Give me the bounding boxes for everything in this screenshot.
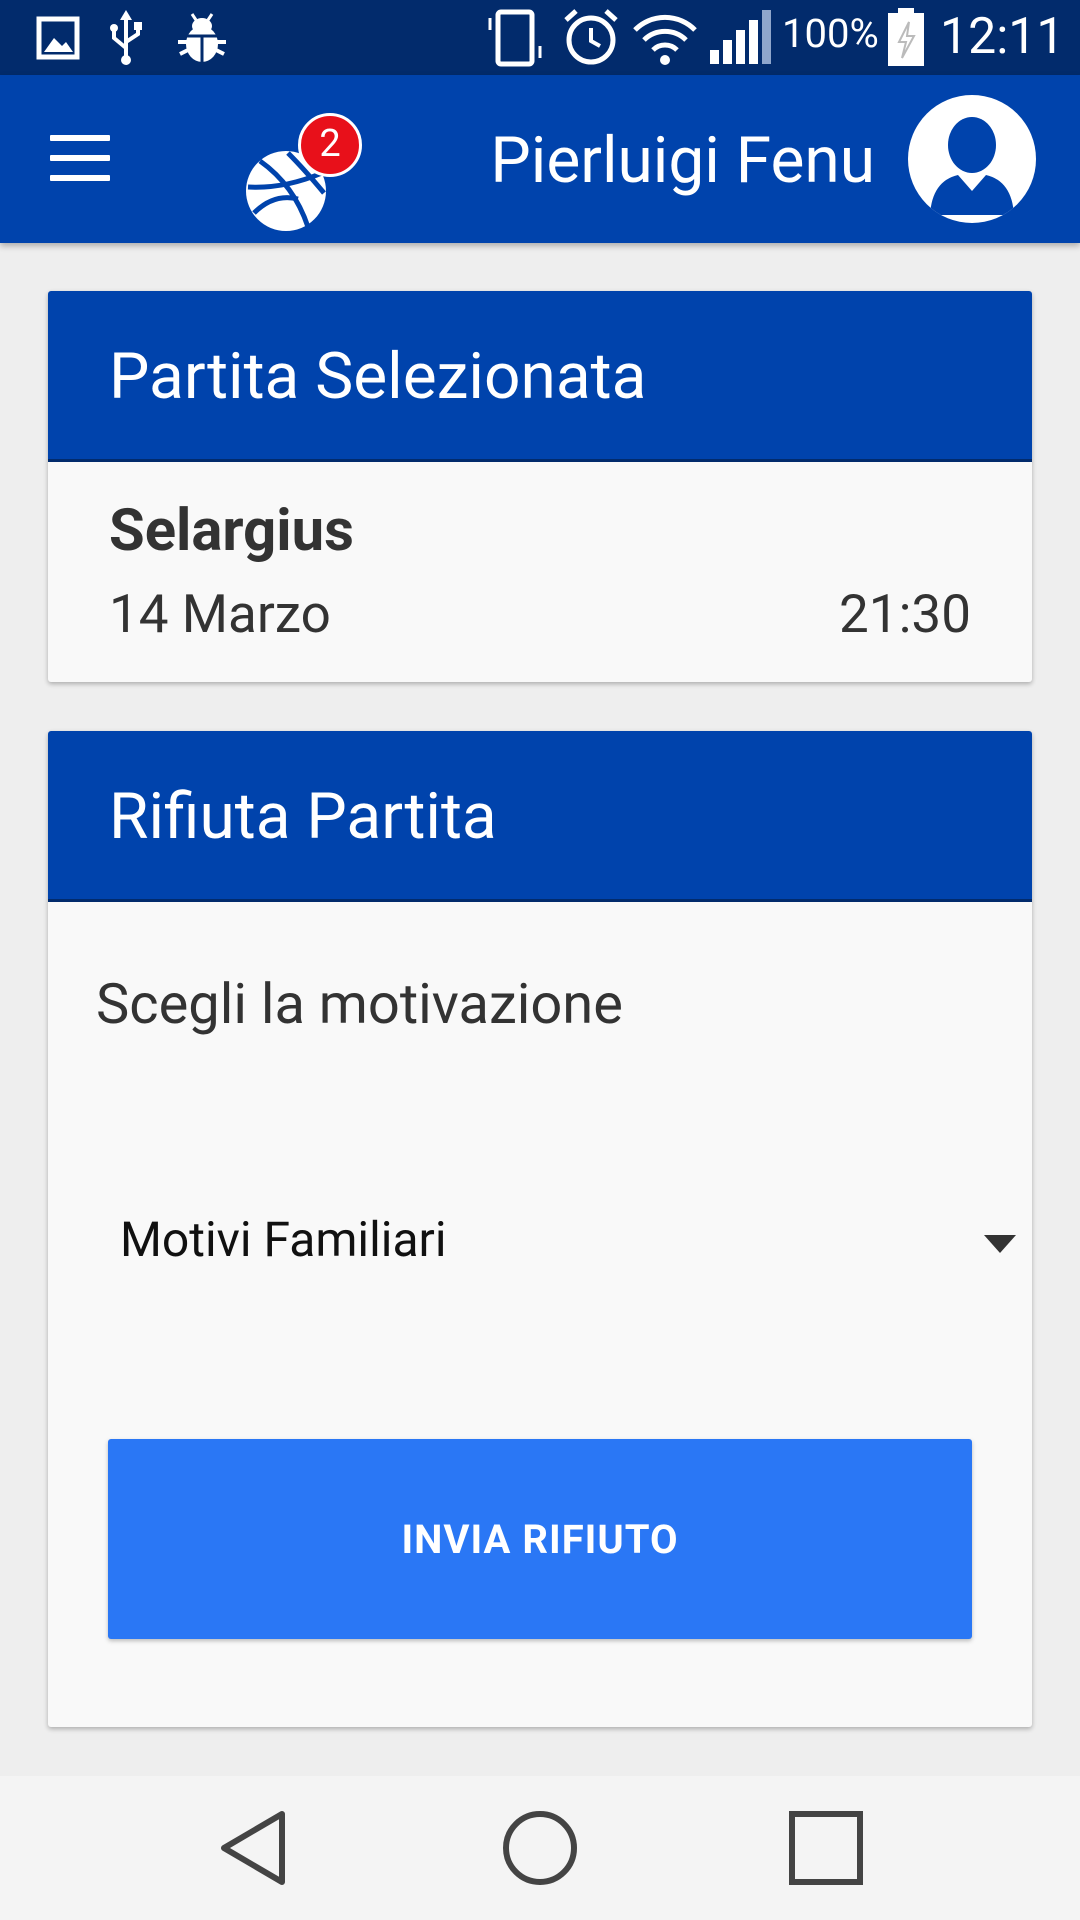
selected-match-title: Partita Selezionata [48, 291, 1032, 462]
reject-match-title: Rifiuta Partita [48, 731, 1032, 902]
clock: 12:11 [940, 8, 1065, 66]
notifications-button[interactable]: 2 [244, 113, 364, 233]
match-time: 21:30 [839, 583, 971, 645]
usb-icon [110, 10, 142, 65]
status-bar: 100% 12:11 [0, 0, 1080, 75]
reject-match-card: Rifiuta Partita Scegli la motivazione Mo… [48, 731, 1032, 1727]
reason-dropdown[interactable]: Motivi Familiari [96, 1183, 1032, 1303]
reason-label: Scegli la motivazione [96, 971, 623, 1037]
back-icon[interactable] [218, 1808, 290, 1888]
battery-charging-icon [888, 8, 924, 66]
reason-selected-value: Motivi Familiari [120, 1211, 447, 1268]
image-icon [36, 16, 80, 60]
menu-icon [50, 135, 110, 141]
battery-percent: 100% [782, 10, 879, 57]
avatar-icon [930, 117, 1014, 215]
app-bar: 2 Pierluigi Fenu [0, 75, 1080, 243]
bug-icon [178, 13, 226, 62]
avatar[interactable] [908, 95, 1036, 223]
selected-match-card: Partita Selezionata Selargius 14 Marzo 2… [48, 291, 1032, 682]
home-icon[interactable] [500, 1808, 580, 1888]
match-date: 14 Marzo [109, 583, 331, 645]
send-rejection-button[interactable]: INVIA RIFIUTO [108, 1439, 972, 1639]
vibrate-icon [488, 9, 542, 67]
match-place: Selargius [109, 497, 354, 565]
dropdown-arrow-icon [984, 1235, 1016, 1253]
signal-icon [710, 10, 771, 64]
wifi-icon [633, 14, 697, 65]
notification-badge: 2 [298, 113, 362, 177]
navigation-bar [0, 1776, 1080, 1920]
recents-icon[interactable] [786, 1808, 866, 1888]
alarm-icon [564, 9, 618, 65]
menu-button[interactable] [50, 135, 110, 183]
user-name: Pierluigi Fenu [490, 123, 875, 198]
